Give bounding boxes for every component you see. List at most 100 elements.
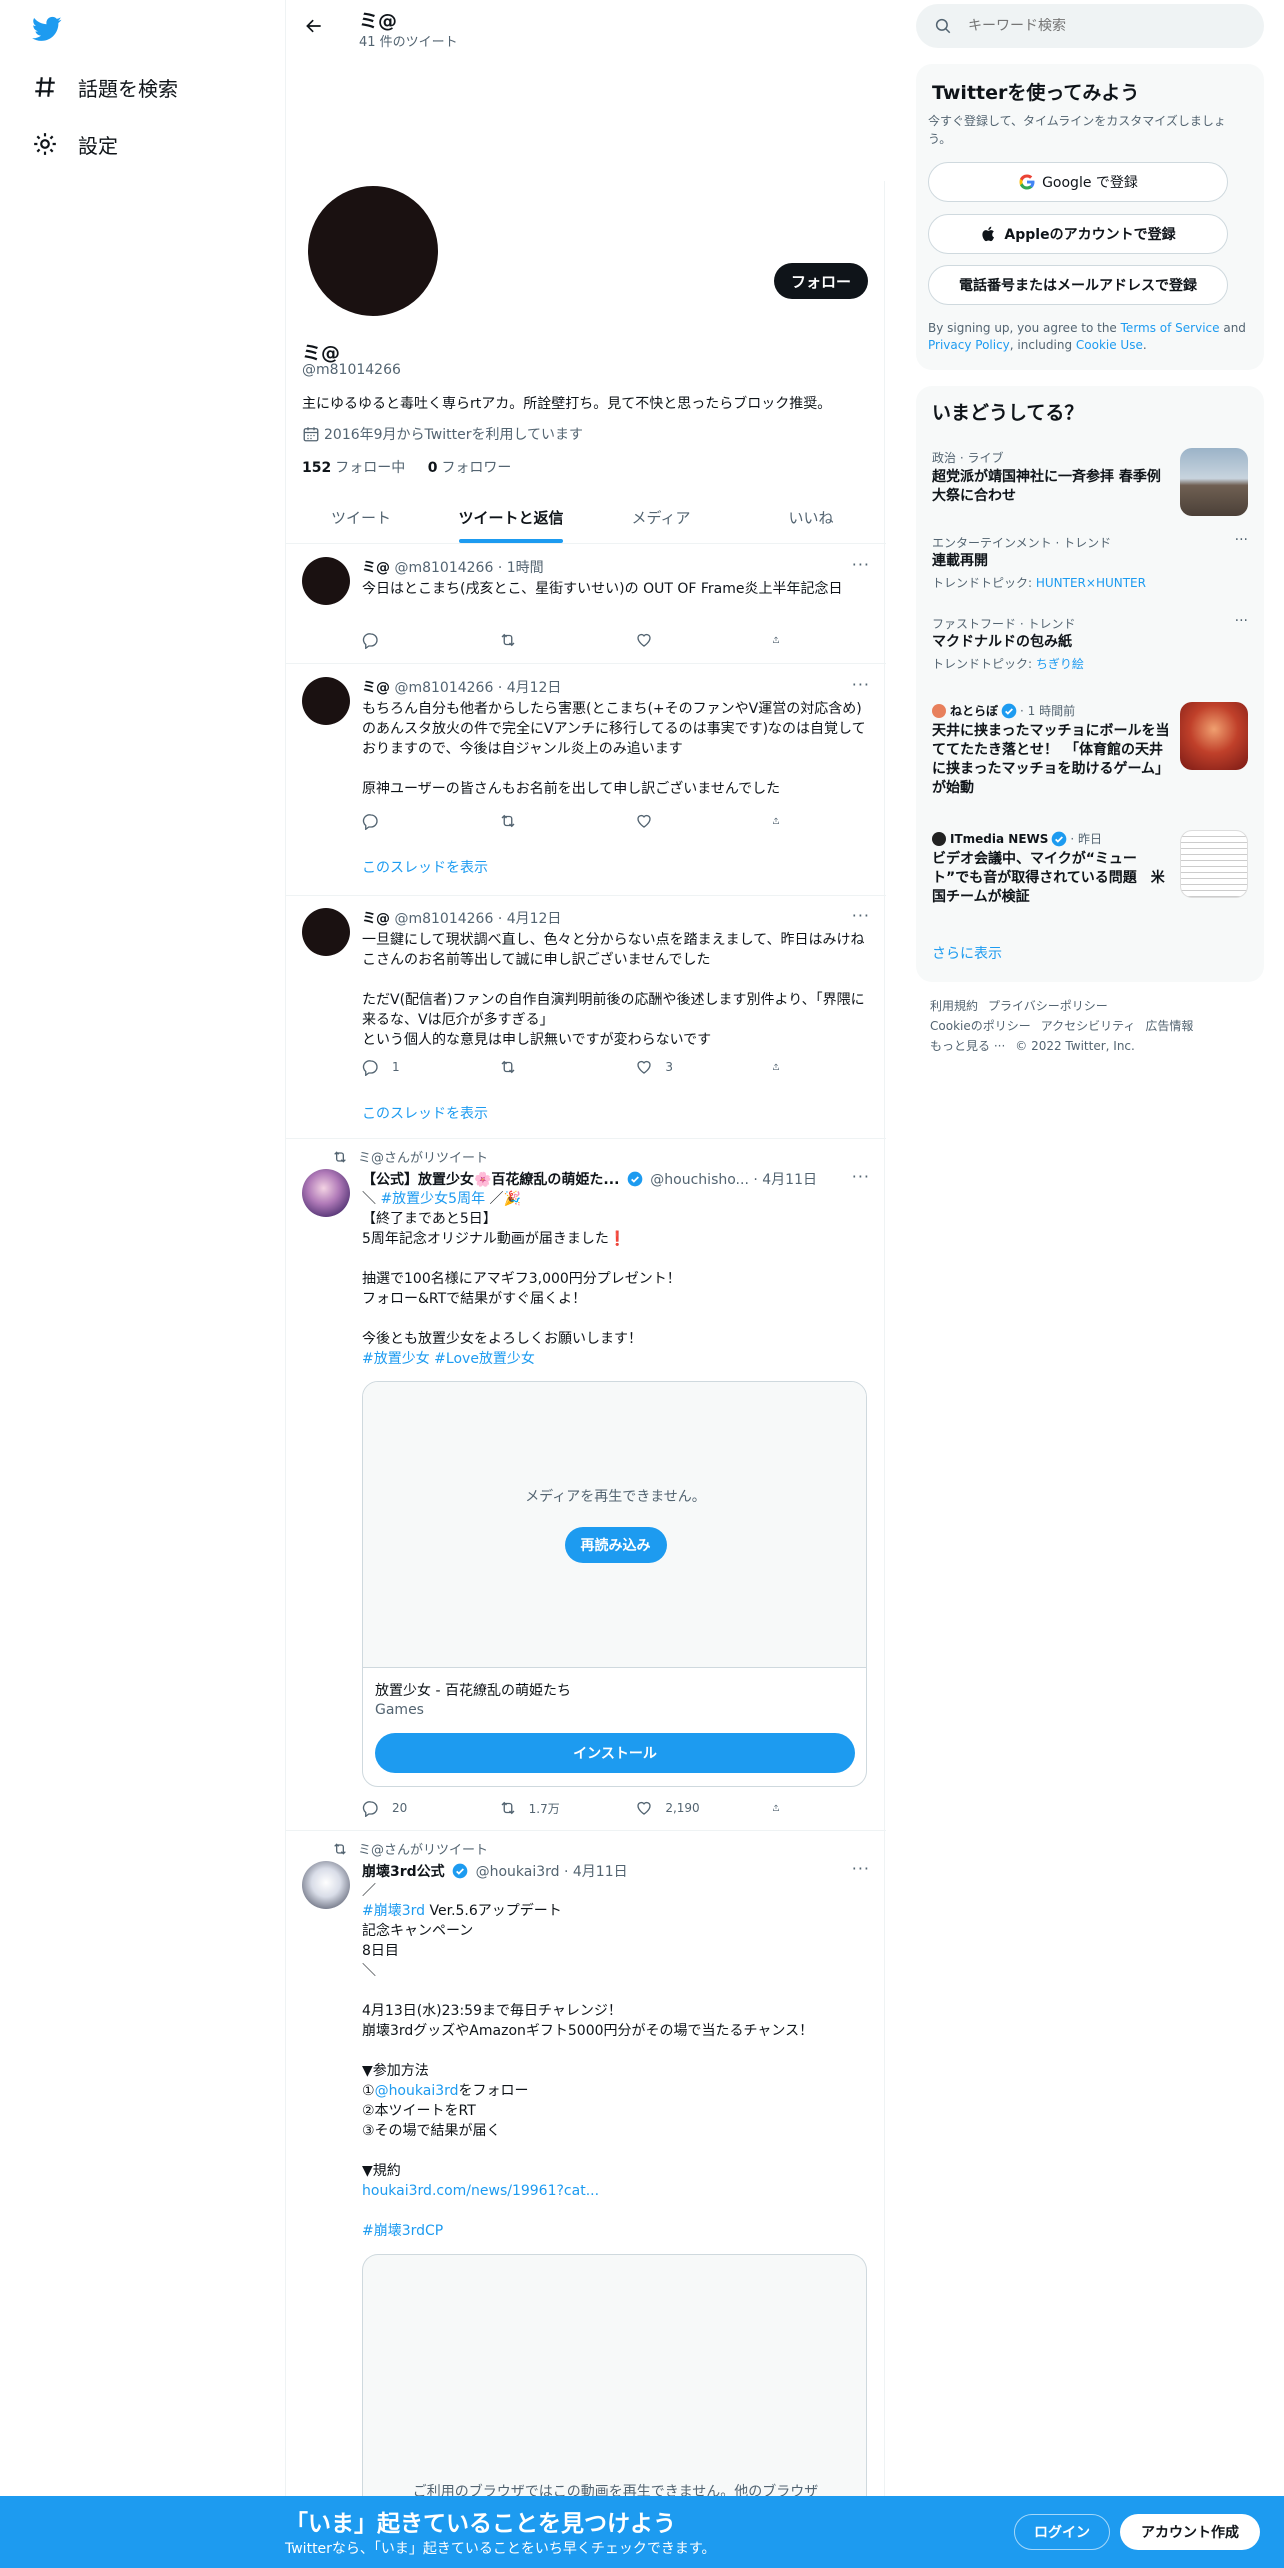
footer-link[interactable]: Cookieのポリシー <box>930 1019 1031 1033</box>
trend-item[interactable]: エンターテインメント · トレンド 連載再開 トレンドトピック: HUNTER×… <box>916 530 1264 610</box>
tweet-avatar[interactable] <box>302 1861 350 1909</box>
hashtag-link[interactable]: #崩壊3rdCP <box>362 2223 443 2239</box>
like-button[interactable]: 3 <box>635 1058 735 1076</box>
trend-item[interactable]: ねとらぼ · 1 時間前 天井に挟まったマッチョにボールを当ててたたき落とせ！ … <box>916 702 1264 812</box>
more-icon[interactable]: ··· <box>852 1859 870 1878</box>
tweet-time[interactable]: · 4月12日 <box>498 680 562 696</box>
bottom-signup-bar: 「いま」起きていることを見つけよう Twitterなら、「いま」起きていることを… <box>0 2496 1284 2568</box>
tweet[interactable]: ミ@ @m81014266 · 4月12日 ··· 一旦鍵にして現状調べ直し、色… <box>286 896 886 1139</box>
following-link[interactable]: 152 フォロー中 <box>302 460 405 476</box>
hashtag-link[interactable]: #崩壊3rd <box>362 1903 425 1919</box>
trend-item[interactable]: ファストフード · トレンド マクドナルドの包み紙 トレンドトピック: ちぎり絵… <box>916 611 1264 691</box>
show-more-link[interactable]: さらに表示 <box>932 943 1002 963</box>
tweet-time[interactable]: · 4月11日 <box>753 1172 817 1188</box>
share-button[interactable] <box>772 631 792 649</box>
media-card[interactable]: メディアを再生できません。 再読み込み 放置少女 - 百花繚乱の萌姫たち Gam… <box>362 1381 867 1787</box>
share-icon <box>773 636 779 643</box>
hashtag-link[interactable]: #放置少女5周年 <box>380 1191 485 1207</box>
tweet-author-name[interactable]: 崩壊3rd公式 <box>362 1864 445 1880</box>
retweet-button[interactable] <box>499 1058 599 1076</box>
reply-button[interactable]: 1 <box>362 1058 462 1076</box>
share-button[interactable] <box>772 812 792 830</box>
footer-link[interactable]: もっと見る ··· <box>930 1039 1005 1053</box>
share-button[interactable] <box>772 1058 792 1076</box>
trend-item[interactable]: 政治 · ライブ 超党派が靖国神社に一斉参拝 春季例大祭に合わせ <box>916 440 1264 520</box>
retweet-button[interactable]: 1.7万 <box>499 1799 599 1817</box>
reply-button[interactable] <box>362 812 462 830</box>
tweet[interactable]: ミ@さんがリツイート 【公式】放置少女🌸百花繚乱の萌姫た... @houchis… <box>286 1139 886 1831</box>
trend-item[interactable]: ITmedia NEWS · 昨日 ビデオ会議中、マイクが“ミュート”でも音が取… <box>916 830 1264 920</box>
tweet[interactable]: ミ@ @m81014266 · 4月12日 ··· もちろん自分も他者からしたら… <box>286 664 886 896</box>
tab-tweets[interactable]: ツイート <box>286 491 436 543</box>
tab-likes[interactable]: いいね <box>736 491 886 543</box>
search-input[interactable] <box>968 18 1228 34</box>
nav-settings[interactable]: 設定 <box>32 120 118 168</box>
footer-link[interactable]: アクセシビリティ <box>1041 1019 1136 1033</box>
share-button[interactable] <box>772 1799 792 1817</box>
tweet-time[interactable]: · 4月11日 <box>564 1864 628 1880</box>
privacy-link[interactable]: Privacy Policy <box>928 338 1010 352</box>
media-card[interactable]: ご利用のブラウザではこの動画を再生できません。他のブラウザ <box>362 2254 867 2514</box>
footer-link[interactable]: プライバシーポリシー <box>988 999 1108 1013</box>
reply-button[interactable]: 20 <box>362 1799 462 1817</box>
like-button[interactable]: 2,190 <box>635 1799 735 1817</box>
followers-link[interactable]: 0 フォロワー <box>428 460 512 476</box>
profile-avatar[interactable] <box>304 182 442 320</box>
create-account-button[interactable]: アカウント作成 <box>1120 2514 1260 2550</box>
more-icon[interactable]: ··· <box>852 1167 870 1186</box>
tab-tweets-replies[interactable]: ツイートと返信 <box>436 491 586 543</box>
tweet-author-name[interactable]: ミ@ <box>362 911 390 927</box>
like-button[interactable] <box>635 631 735 649</box>
more-icon[interactable]: ··· <box>852 555 870 574</box>
reply-button[interactable] <box>362 631 462 649</box>
trend-topic-link[interactable]: ちぎり絵 <box>1036 657 1084 671</box>
tweet-avatar[interactable] <box>302 677 350 725</box>
phone-email-signup-button[interactable]: 電話番号またはメールアドレスで登録 <box>928 265 1228 305</box>
twitter-logo-icon[interactable] <box>30 14 64 44</box>
install-button[interactable]: インストール <box>375 1733 855 1773</box>
tweet[interactable]: ミ@さんがリツイート 崩壊3rd公式 @houkai3rd · 4月11日 ··… <box>286 1831 886 2514</box>
show-thread-link[interactable]: このスレッドを表示 <box>362 1103 488 1123</box>
tweet-avatar[interactable] <box>302 1169 350 1217</box>
reload-button[interactable]: 再読み込み <box>564 1527 667 1563</box>
google-signup-button[interactable]: Google で登録 <box>928 162 1228 202</box>
tweet-url-link[interactable]: houkai3rd.com/news/19961?cat... <box>362 2183 599 2199</box>
phone-email-signup-label: 電話番号またはメールアドレスで登録 <box>959 278 1197 294</box>
retweet-button[interactable] <box>499 812 599 830</box>
tweet-avatar[interactable] <box>302 557 350 605</box>
terms-text: By signing up, you agree to the <box>928 321 1121 335</box>
more-icon[interactable]: ··· <box>852 906 870 925</box>
tab-media[interactable]: メディア <box>586 491 736 543</box>
mention-link[interactable]: @houkai3rd <box>375 2083 459 2099</box>
tweet-author-name[interactable]: ミ@ <box>362 680 390 696</box>
tweet-time[interactable]: · 4月12日 <box>498 911 562 927</box>
tweet-avatar[interactable] <box>302 908 350 956</box>
retweet-context-label[interactable]: ミ@さんがリツイート <box>358 1147 488 1166</box>
tweet-author-name[interactable]: 【公式】放置少女🌸百花繚乱の萌姫た... <box>362 1172 619 1188</box>
back-button[interactable] <box>296 8 332 44</box>
show-thread-link[interactable]: このスレッドを表示 <box>362 857 488 877</box>
more-icon[interactable]: ··· <box>1235 613 1248 629</box>
more-icon[interactable]: ··· <box>852 675 870 694</box>
hashtag-links[interactable]: #放置少女 #Love放置少女 <box>362 1351 535 1367</box>
more-icon[interactable]: ··· <box>1235 532 1248 548</box>
terms-link[interactable]: Terms of Service <box>1121 321 1220 335</box>
nav-explore[interactable]: 話題を検索 <box>32 63 178 111</box>
cookie-link[interactable]: Cookie Use <box>1076 338 1143 352</box>
profile-bio: 主にゆるゆると毒吐く専らrtアカ。所詮壁打ち。見て不快と思ったらブロック推奨。 <box>302 396 832 412</box>
login-button[interactable]: ログイン <box>1014 2514 1110 2550</box>
footer-link[interactable]: 利用規約 <box>930 999 978 1013</box>
tweet-time[interactable]: · 1時間 <box>498 560 544 576</box>
following-label: フォロー中 <box>335 460 406 476</box>
retweet-context-label[interactable]: ミ@さんがリツイート <box>358 1839 488 1858</box>
trend-topic-link[interactable]: HUNTER×HUNTER <box>1036 576 1146 590</box>
footer-link[interactable]: 広告情報 <box>1145 1019 1193 1033</box>
apple-icon <box>982 226 995 242</box>
tweet-author-name[interactable]: ミ@ <box>362 560 390 576</box>
apple-signup-button[interactable]: Appleのアカウントで登録 <box>928 214 1228 254</box>
search-box[interactable] <box>916 4 1264 48</box>
like-button[interactable] <box>635 812 735 830</box>
follow-button[interactable]: フォロー <box>773 263 868 299</box>
retweet-button[interactable] <box>499 631 599 649</box>
tweet[interactable]: ミ@ @m81014266 · 1時間 ··· 今日はとこまち(戌亥とこ、星街す… <box>286 545 886 664</box>
